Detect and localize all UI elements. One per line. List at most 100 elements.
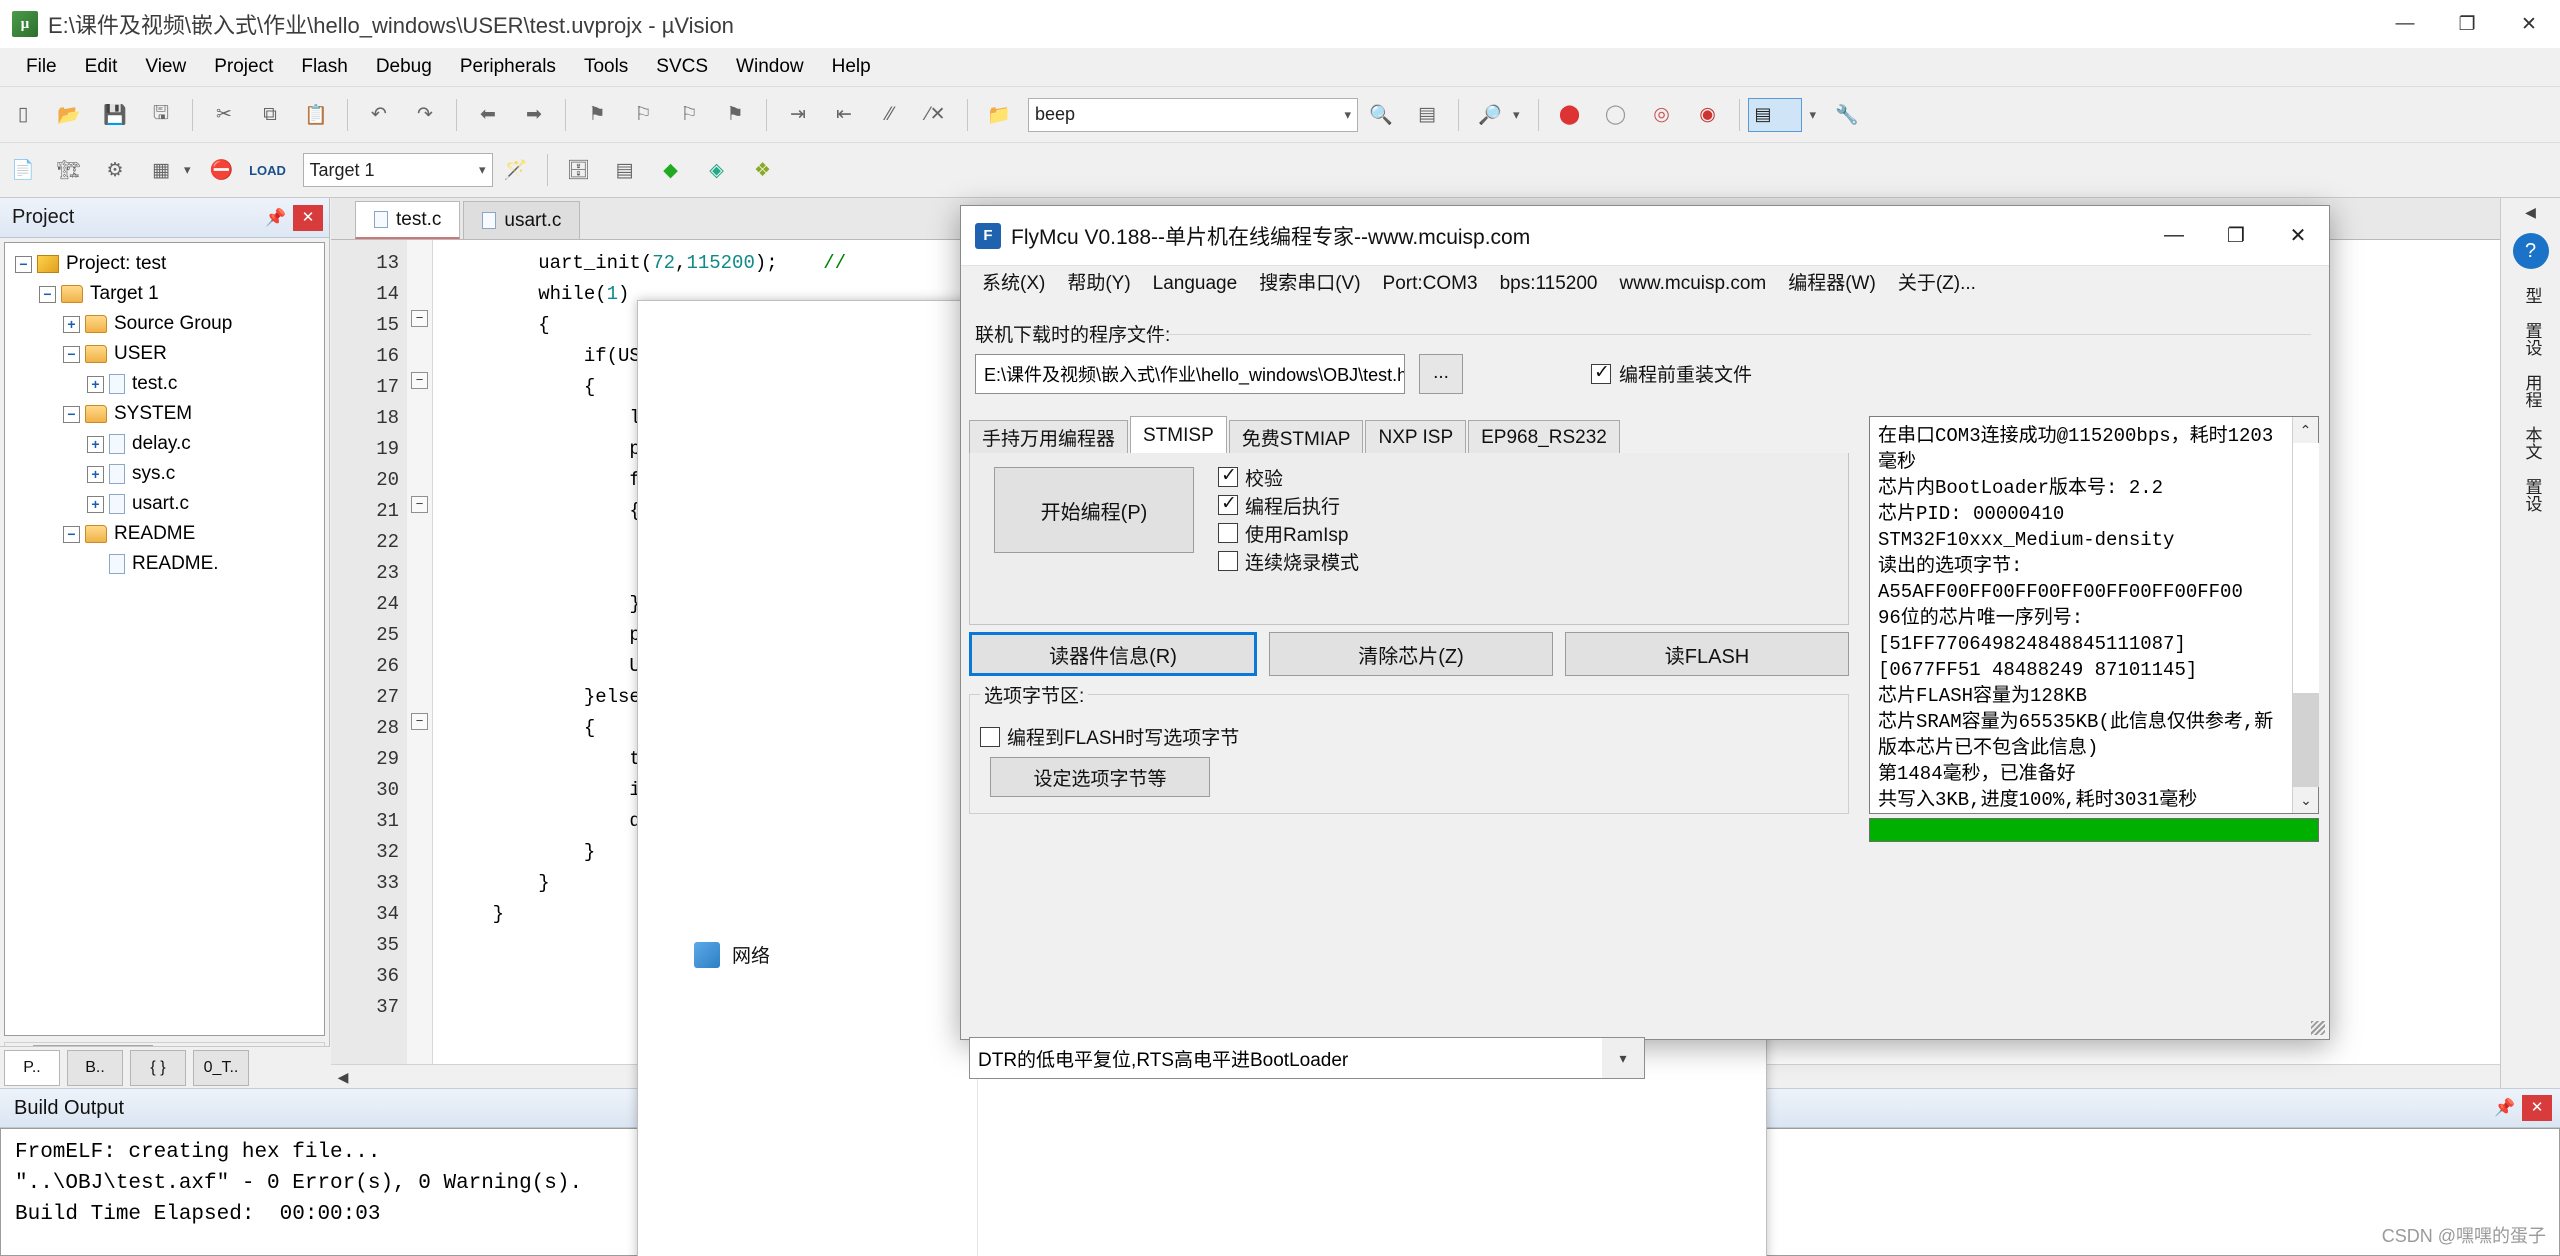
build-icon[interactable]: 🏗 bbox=[49, 150, 89, 190]
tree-item[interactable]: −Target 1 bbox=[5, 279, 324, 309]
checkbox-icon[interactable] bbox=[1591, 364, 1611, 384]
tree-item[interactable]: −README bbox=[5, 519, 324, 549]
tree-item[interactable]: +sys.c bbox=[5, 459, 324, 489]
bookmark-prev-icon[interactable]: ⚐ bbox=[623, 95, 663, 135]
flymcu-log-scrollbar[interactable]: ⌃ ⌄ bbox=[2292, 417, 2318, 813]
select-software-packs-icon[interactable]: ❖ bbox=[743, 150, 783, 190]
reload-before-program-checkbox[interactable]: 编程前重装文件 bbox=[1591, 360, 1752, 387]
project-panel-tab[interactable]: 0_T.. bbox=[193, 1050, 249, 1086]
indent-icon[interactable]: ⇥ bbox=[778, 95, 818, 135]
outdent-icon[interactable]: ⇤ bbox=[824, 95, 864, 135]
menu-tools[interactable]: Tools bbox=[570, 48, 642, 86]
window-layout-button[interactable]: ▤ bbox=[1748, 98, 1802, 132]
keil-close-button[interactable]: ✕ bbox=[2498, 0, 2560, 48]
keil-maximize-button[interactable]: ❐ bbox=[2436, 0, 2498, 48]
menu-edit[interactable]: Edit bbox=[71, 48, 132, 86]
chevron-down-icon[interactable]: ▾ bbox=[1513, 107, 1520, 123]
code-fold-toggle-icon[interactable]: − bbox=[411, 310, 428, 327]
tree-expand-icon[interactable]: + bbox=[87, 376, 104, 393]
checkbox-icon[interactable] bbox=[1218, 523, 1238, 543]
tree-item[interactable]: README. bbox=[5, 549, 324, 579]
code-fold-gutter[interactable]: −−−− bbox=[407, 240, 433, 1088]
scroll-thumb[interactable] bbox=[2293, 443, 2319, 693]
tree-item[interactable]: −SYSTEM bbox=[5, 399, 324, 429]
checkbox-icon[interactable] bbox=[1218, 467, 1238, 487]
project-tree[interactable]: −Project: test−Target 1+Source Group−USE… bbox=[4, 242, 325, 1036]
flymcu-menu-about[interactable]: 关于(Z)... bbox=[1887, 266, 1987, 302]
tree-expand-icon[interactable]: + bbox=[87, 496, 104, 513]
open-folder-icon[interactable]: 📁 bbox=[979, 95, 1019, 135]
dock-item-3[interactable]: 本文 bbox=[2517, 426, 2545, 460]
code-fold-toggle-icon[interactable]: − bbox=[411, 372, 428, 389]
chevron-down-icon[interactable]: ▾ bbox=[1810, 107, 1817, 123]
new-file-icon[interactable]: ▯ bbox=[3, 95, 43, 135]
editor-tab-usart-c[interactable]: usart.c bbox=[463, 201, 580, 239]
option-continuous-burn[interactable]: 连续烧录模式 bbox=[1218, 547, 1616, 575]
chevron-down-icon[interactable]: ▾ bbox=[1344, 107, 1351, 123]
menu-peripherals[interactable]: Peripherals bbox=[446, 48, 570, 86]
manage-run-time-icon[interactable]: ◈ bbox=[697, 150, 737, 190]
tab-stmisp[interactable]: STMISP bbox=[1130, 416, 1227, 454]
breakpoint-disable-all-icon[interactable]: ◎ bbox=[1642, 95, 1682, 135]
find-in-files-icon[interactable]: 🔍 bbox=[1361, 95, 1401, 135]
checkbox-icon[interactable] bbox=[1218, 495, 1238, 515]
browse-button[interactable]: ... bbox=[1419, 354, 1463, 394]
flymcu-menu-port[interactable]: Port:COM3 bbox=[1372, 266, 1489, 302]
tree-item[interactable]: +test.c bbox=[5, 369, 324, 399]
bookmark-toggle-icon[interactable]: ⚑ bbox=[577, 95, 617, 135]
menu-svcs[interactable]: SVCS bbox=[642, 48, 722, 86]
menu-debug[interactable]: Debug bbox=[362, 48, 446, 86]
paste-icon[interactable]: 📋 bbox=[296, 95, 336, 135]
open-file-icon[interactable]: 📂 bbox=[49, 95, 89, 135]
breakpoint-icon[interactable]: ⬤ bbox=[1550, 95, 1590, 135]
tree-item[interactable]: +delay.c bbox=[5, 429, 324, 459]
tree-collapse-icon[interactable]: − bbox=[39, 286, 56, 303]
load-icon[interactable]: LOAD bbox=[248, 150, 288, 190]
magnify-icon[interactable]: 🔎 bbox=[1470, 95, 1510, 135]
flymcu-menu-search-port[interactable]: 搜索串口(V) bbox=[1248, 266, 1371, 302]
tree-item[interactable]: −Project: test bbox=[5, 249, 324, 279]
menu-view[interactable]: View bbox=[131, 48, 200, 86]
option-run-after-program[interactable]: 编程后执行 bbox=[1218, 491, 1616, 519]
project-panel-close-icon[interactable]: ✕ bbox=[293, 205, 323, 231]
option-use-ramisp[interactable]: 使用RamIsp bbox=[1218, 519, 1616, 547]
tree-expand-icon[interactable]: + bbox=[87, 466, 104, 483]
option-verify[interactable]: 校验 bbox=[1218, 463, 1616, 491]
flymcu-menu-website[interactable]: www.mcuisp.com bbox=[1608, 266, 1777, 302]
project-panel-tab[interactable]: { } bbox=[130, 1050, 186, 1086]
tree-expand-icon[interactable]: + bbox=[63, 316, 80, 333]
dock-item-2[interactable]: 用程 bbox=[2517, 374, 2545, 408]
chevron-down-icon[interactable]: ▾ bbox=[184, 162, 191, 178]
read-flash-button[interactable]: 读FLASH bbox=[1565, 632, 1849, 676]
project-items-icon[interactable]: ▤ bbox=[605, 150, 645, 190]
erase-chip-button[interactable]: 清除芯片(Z) bbox=[1269, 632, 1553, 676]
bookmark-clear-icon[interactable]: ⚑ bbox=[715, 95, 755, 135]
navigate-forward-icon[interactable]: ➡ bbox=[514, 95, 554, 135]
flymcu-menu-bps[interactable]: bps:115200 bbox=[1489, 266, 1609, 302]
chevron-down-icon[interactable]: ▾ bbox=[479, 162, 486, 178]
scroll-track[interactable] bbox=[2293, 693, 2319, 787]
rebuild-icon[interactable]: ⚙ bbox=[95, 150, 135, 190]
hex-file-path-input[interactable]: E:\课件及视频\嵌入式\作业\hello_windows\OBJ\test.h… bbox=[975, 354, 1405, 394]
project-panel-tab[interactable]: P.. bbox=[4, 1050, 60, 1086]
configure-icon[interactable]: 🔧 bbox=[1827, 95, 1867, 135]
copy-icon[interactable]: ⧉ bbox=[250, 95, 290, 135]
manage-project-icon[interactable]: 🗄 bbox=[559, 150, 599, 190]
tree-expand-icon[interactable]: + bbox=[87, 436, 104, 453]
set-option-bytes-button[interactable]: 设定选项字节等 bbox=[990, 757, 1210, 797]
redo-icon[interactable]: ↷ bbox=[405, 95, 445, 135]
undo-icon[interactable]: ↶ bbox=[359, 95, 399, 135]
flymcu-minimize-button[interactable]: — bbox=[2143, 206, 2205, 266]
dock-item-1[interactable]: 置设 bbox=[2517, 322, 2545, 356]
help-icon[interactable]: ? bbox=[2513, 233, 2549, 269]
menu-project[interactable]: Project bbox=[200, 48, 287, 86]
checkbox-icon[interactable] bbox=[1218, 551, 1238, 571]
start-programming-button[interactable]: 开始编程(P) bbox=[994, 467, 1194, 553]
explorer-nav-network[interactable]: 网络 bbox=[694, 941, 770, 968]
project-panel-tab[interactable]: B.. bbox=[67, 1050, 123, 1086]
tree-item[interactable]: +usart.c bbox=[5, 489, 324, 519]
dock-item-4[interactable]: 置设 bbox=[2517, 478, 2545, 512]
tree-collapse-icon[interactable]: − bbox=[63, 526, 80, 543]
bookmark-list-icon[interactable]: ▤ bbox=[1407, 95, 1447, 135]
scroll-up-icon[interactable]: ⌃ bbox=[2293, 417, 2318, 443]
